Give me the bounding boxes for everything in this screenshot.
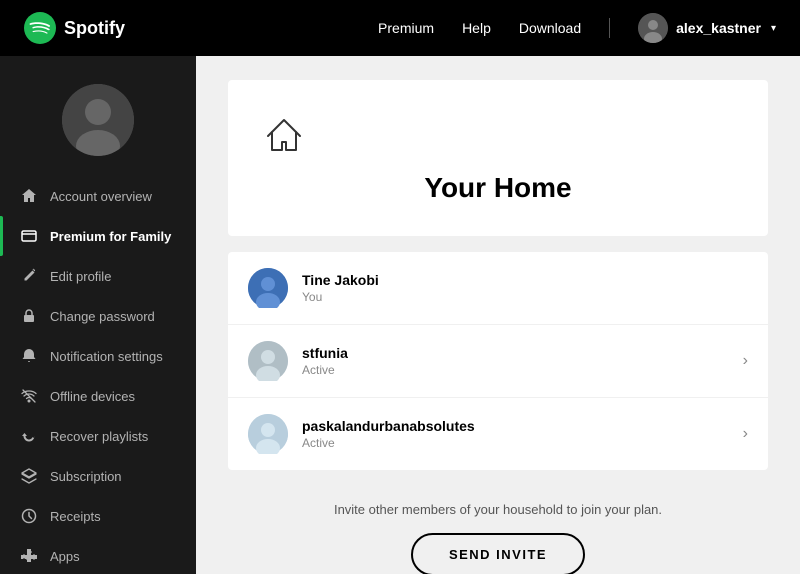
puzzle-icon [20,547,38,565]
sidebar-label: Offline devices [50,389,135,404]
sidebar-item-premium-for-family[interactable]: Premium for Family [0,216,196,256]
sidebar-item-account-overview[interactable]: Account overview [0,176,196,216]
sidebar-label: Change password [50,309,155,324]
sidebar-label: Receipts [50,509,101,524]
sidebar-item-change-password[interactable]: Change password [0,296,196,336]
logo-text: Spotify [64,18,125,39]
member-status: Active [302,436,743,450]
member-row[interactable]: Tine Jakobi You [228,252,768,325]
pencil-icon [20,267,38,285]
member-name: paskalandurbanabsolutes [302,418,743,434]
spotify-logo[interactable]: Spotify [24,12,125,44]
main-content: Your Home Tine Jakobi You [196,56,800,574]
home-house-icon [260,112,736,160]
clock-icon [20,507,38,525]
member-name: stfunia [302,345,743,361]
help-link[interactable]: Help [462,20,491,36]
member-info: stfunia Active [302,345,743,377]
members-card: Tine Jakobi You stfunia Active › [228,252,768,470]
invite-section: Invite other members of your household t… [228,494,768,574]
sidebar: Account overview Premium for Family [0,56,196,574]
sidebar-label: Notification settings [50,349,163,364]
home-icon [20,187,38,205]
member-chevron-icon: › [743,425,748,443]
member-info: paskalandurbanabsolutes Active [302,418,743,450]
member-name: Tine Jakobi [302,272,748,288]
member-chevron-icon: › [743,352,748,370]
member-status: You [302,290,748,304]
home-card: Your Home [228,80,768,236]
lock-icon [20,307,38,325]
chevron-down-icon: ▾ [771,23,776,34]
sidebar-item-edit-profile[interactable]: Edit profile [0,256,196,296]
sidebar-label: Apps [50,549,80,564]
sidebar-item-recover-playlists[interactable]: Recover playlists [0,416,196,456]
member-row[interactable]: paskalandurbanabsolutes Active › [228,398,768,470]
member-row[interactable]: stfunia Active › [228,325,768,398]
topnav: Spotify Premium Help Download alex_kastn… [0,0,800,56]
invite-text: Invite other members of your household t… [228,502,768,517]
premium-link[interactable]: Premium [378,20,434,36]
sidebar-item-apps[interactable]: Apps [0,536,196,574]
refresh-icon [20,427,38,445]
sidebar-item-offline-devices[interactable]: Offline devices [0,376,196,416]
username-label: alex_kastner [676,20,761,36]
home-title: Your Home [260,172,736,204]
member-info: Tine Jakobi You [302,272,748,304]
member-avatar [248,341,288,381]
sidebar-label: Premium for Family [50,229,171,244]
avatar [638,13,668,43]
nav-divider [609,18,610,38]
sidebar-label: Edit profile [50,269,111,284]
sidebar-nav: Account overview Premium for Family [0,176,196,574]
wifi-off-icon [20,387,38,405]
member-avatar [248,414,288,454]
user-menu[interactable]: alex_kastner ▾ [638,13,776,43]
bell-icon [20,347,38,365]
member-status: Active [302,363,743,377]
download-link[interactable]: Download [519,20,581,36]
sidebar-label: Subscription [50,469,122,484]
sidebar-item-subscription[interactable]: Subscription [0,456,196,496]
sidebar-label: Recover playlists [50,429,148,444]
avatar-image [62,84,134,156]
layers-icon [20,467,38,485]
sidebar-label: Account overview [50,189,152,204]
send-invite-button[interactable]: SEND INVITE [411,533,585,574]
sidebar-item-receipts[interactable]: Receipts [0,496,196,536]
sidebar-item-notification-settings[interactable]: Notification settings [0,336,196,376]
sidebar-avatar [0,68,196,176]
body-layout: Account overview Premium for Family [0,56,800,574]
topnav-right: Premium Help Download alex_kastner ▾ [378,13,776,43]
member-avatar [248,268,288,308]
card-icon [20,227,38,245]
